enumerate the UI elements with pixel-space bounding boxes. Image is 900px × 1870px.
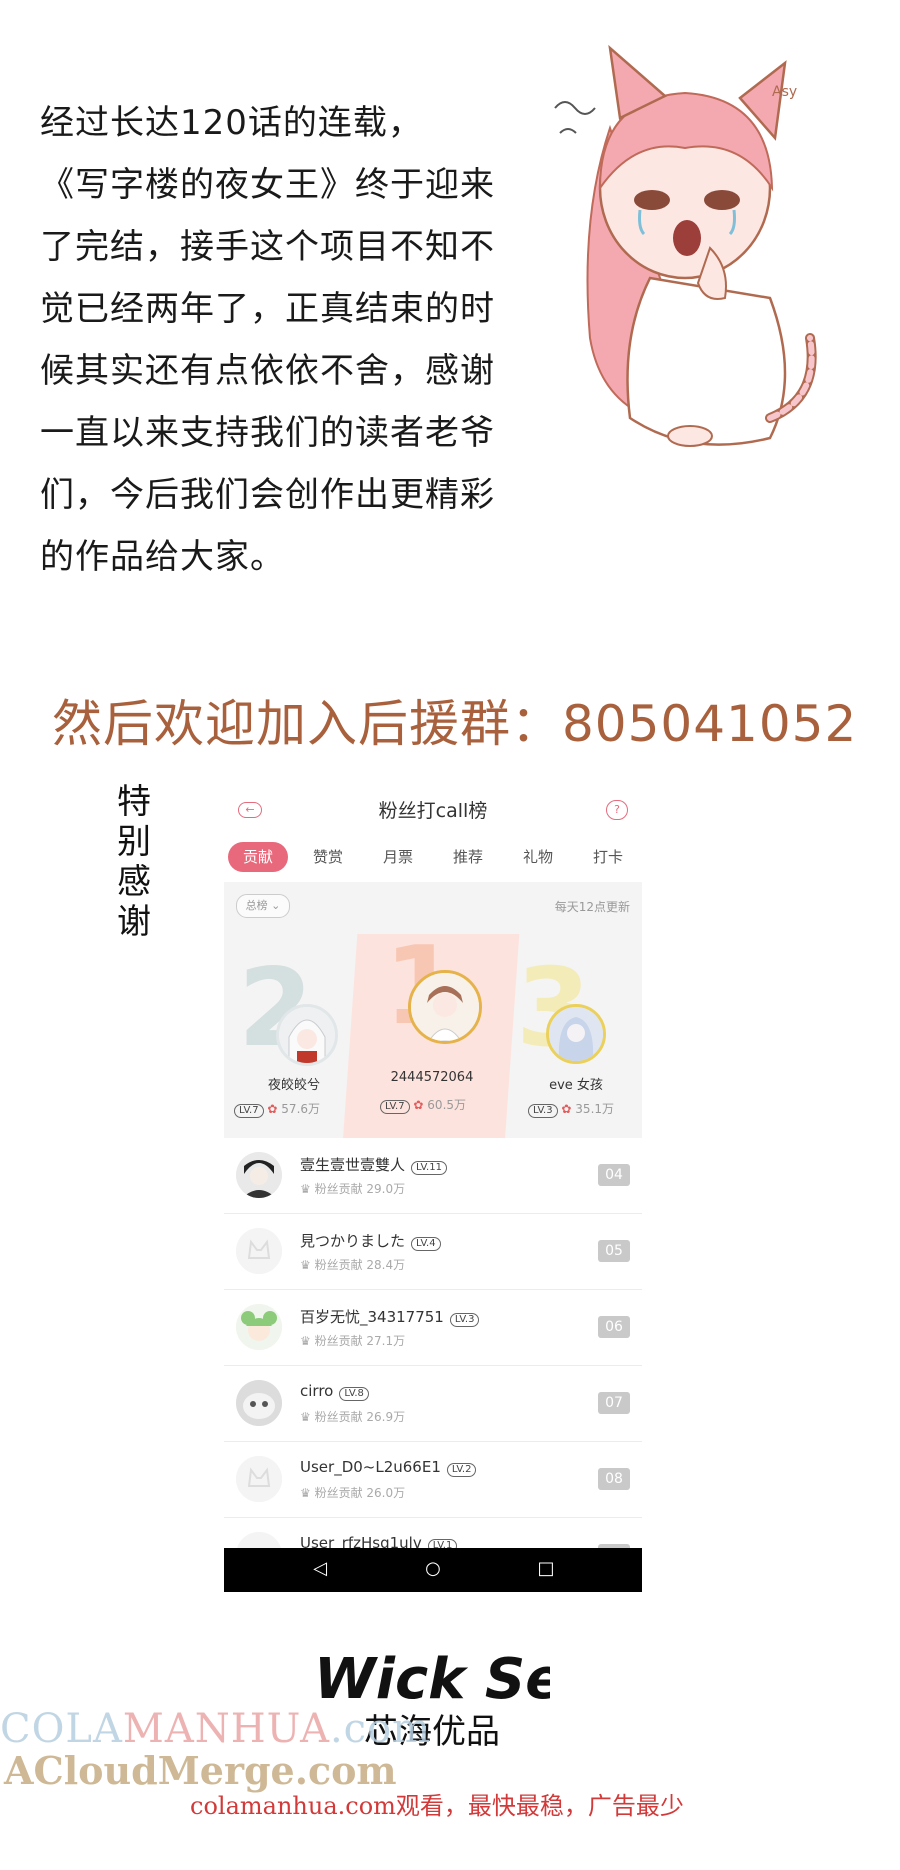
contribution-value: 35.1万 [575, 1102, 615, 1116]
thanks-char: 谢 [117, 902, 151, 942]
user-name: 壹生壹世壹雙人 [300, 1156, 406, 1174]
avatar [236, 1456, 282, 1502]
rank-badge: 04 [598, 1164, 630, 1186]
user-name: 百岁无忧_34317751 [300, 1308, 444, 1326]
podium-stat: LV.7 ✿ 60.5万 [380, 1096, 466, 1114]
update-note: 每天12点更新 [554, 900, 630, 914]
podium-name: eve 女孩 [549, 1078, 603, 1093]
tab-appreciation[interactable]: 赞赏 [298, 842, 358, 872]
contribution-stat: 粉丝贡献 27.1万 [314, 1334, 406, 1348]
podium-name: 2444572064 [390, 1070, 474, 1085]
help-icon[interactable]: ? [606, 800, 628, 820]
nav-recent-icon[interactable]: □ [534, 1558, 558, 1579]
user-name: User_D0~L2u66E1 [300, 1458, 441, 1476]
tab-recommend[interactable]: 推荐 [438, 842, 498, 872]
tab-contribution[interactable]: 贡献 [228, 842, 288, 872]
list-item[interactable]: 見つかりました LV.4 ♛ 粉丝贡献 28.4万 05 [224, 1214, 642, 1290]
level-badge: LV.8 [339, 1387, 369, 1401]
nav-back-icon[interactable]: ◁ [308, 1558, 332, 1579]
user-name: 見つかりました [300, 1232, 406, 1250]
contribution-value: 60.5万 [427, 1098, 467, 1112]
rose-icon: ✿ [413, 1098, 424, 1112]
contribution-stat: 粉丝贡献 26.0万 [314, 1486, 406, 1500]
watermark-part: MANHUA [122, 1706, 330, 1752]
rose-icon: ✿ [267, 1102, 278, 1116]
intro-paragraph: 经过长达120话的连载， 《写字楼的夜女王》终于迎来 了完结，接手这个项目不知不… [40, 92, 520, 588]
level-badge: LV.2 [446, 1463, 477, 1477]
catgirl-illustration: Asy [554, 44, 817, 447]
trophy-icon: ♛ [300, 1182, 311, 1196]
group-promo: 然后欢迎加入后援群：805041052 [52, 695, 858, 753]
watermark-part: .com [329, 1706, 432, 1752]
list-item[interactable]: 壹生壹世壹雙人 LV.11 ♛ 粉丝贡献 29.0万 04 [224, 1138, 642, 1214]
tab-checkin[interactable]: 打卡 [578, 842, 638, 872]
intro-line: 经过长达120话的连载， [40, 103, 423, 143]
contribution-value: 57.6万 [281, 1102, 321, 1116]
trophy-icon: ♛ [300, 1334, 311, 1348]
level-badge: LV.3 [528, 1104, 558, 1118]
footer-note: colamanhua.com观看，最快最稳，广告最少 [190, 1792, 684, 1820]
illustration-signature: Asy [772, 84, 797, 100]
avatar[interactable] [408, 970, 482, 1044]
fan-ranking-screenshot: ← 粉丝打call榜 ? 贡献 赞赏 月票 推荐 礼物 打卡 总榜 ⌄ 每天12… [224, 778, 642, 1592]
level-badge: LV.7 [234, 1104, 264, 1118]
level-badge: LV.11 [411, 1161, 447, 1175]
level-badge: LV.7 [380, 1100, 410, 1114]
intro-line: 们，今后我们会创作出更精彩 [40, 475, 495, 515]
rank-badge: 07 [598, 1392, 630, 1414]
top-three-podium: 总榜 ⌄ 每天12点更新 2 1 3 夜皎皎兮 2444572064 eve 女… [224, 882, 642, 1144]
avatar [236, 1152, 282, 1198]
intro-line: 候其实还有点依依不舍，感谢 [40, 351, 495, 391]
rank-badge: 06 [598, 1316, 630, 1338]
special-thanks: 特 别 感 谢 [112, 782, 156, 942]
thanks-char: 感 [117, 862, 151, 902]
avatar [236, 1228, 282, 1274]
ranking-list: 壹生壹世壹雙人 LV.11 ♛ 粉丝贡献 29.0万 04 見つかりました LV.4… [224, 1138, 642, 1592]
app-header: ← 粉丝打call榜 ? [224, 778, 642, 834]
page-title: 粉丝打call榜 [378, 800, 488, 822]
intro-line: 《写字楼的夜女王》终于迎来 [40, 165, 495, 205]
intro-line: 了完结，接手这个项目不知不 [40, 227, 495, 267]
thanks-char: 特 [117, 782, 151, 822]
tab-monthly-ticket[interactable]: 月票 [368, 842, 428, 872]
contribution-stat: 粉丝贡献 28.4万 [314, 1258, 406, 1272]
android-nav-bar: ◁ ○ □ [224, 1548, 642, 1592]
scope-label: 总榜 [245, 899, 268, 912]
rose-icon: ✿ [561, 1102, 572, 1116]
podium-name: 夜皎皎兮 [267, 1078, 320, 1093]
avatar[interactable] [546, 1004, 606, 1064]
trophy-icon: ♛ [300, 1486, 311, 1500]
list-item[interactable]: 百岁无忧_34317751 LV.3 ♛ 粉丝贡献 27.1万 06 [224, 1290, 642, 1366]
tab-bar: 贡献 赞赏 月票 推荐 礼物 打卡 [224, 840, 642, 876]
avatar [236, 1304, 282, 1350]
nav-home-icon[interactable]: ○ [421, 1558, 445, 1579]
contribution-stat: 粉丝贡献 29.0万 [314, 1182, 406, 1196]
avatar[interactable] [276, 1004, 338, 1066]
level-badge: LV.3 [449, 1313, 480, 1327]
podium-stat: LV.3 ✿ 35.1万 [528, 1100, 614, 1118]
tab-gift[interactable]: 礼物 [508, 842, 568, 872]
thanks-char: 别 [117, 822, 151, 862]
user-name: cirro [300, 1382, 334, 1400]
logo-text: Wick Sea [314, 1647, 550, 1712]
watermark-colamanhua: COLAMANHUA.com [0, 1706, 431, 1752]
contribution-stat: 粉丝贡献 26.9万 [314, 1410, 406, 1424]
level-badge: LV.4 [411, 1237, 441, 1251]
intro-line: 觉已经两年了，正真结束的时 [40, 289, 495, 329]
list-item[interactable]: User_D0~L2u66E1 LV.2 ♛ 粉丝贡献 26.0万 08 [224, 1442, 642, 1518]
rank-badge: 05 [598, 1240, 630, 1262]
list-item[interactable]: cirro LV.8 ♛ 粉丝贡献 26.9万 07 [224, 1366, 642, 1442]
intro-line: 一直以来支持我们的读者老爷 [40, 413, 495, 453]
rank-badge: 08 [598, 1468, 630, 1490]
trophy-icon: ♛ [300, 1258, 311, 1272]
podium-stat: LV.7 ✿ 57.6万 [234, 1100, 320, 1118]
watermark-part: COLA [0, 1706, 123, 1752]
intro-line: 的作品给大家。 [40, 537, 285, 577]
avatar [236, 1380, 282, 1426]
scope-dropdown[interactable]: 总榜 ⌄ [236, 894, 290, 918]
trophy-icon: ♛ [300, 1410, 311, 1424]
